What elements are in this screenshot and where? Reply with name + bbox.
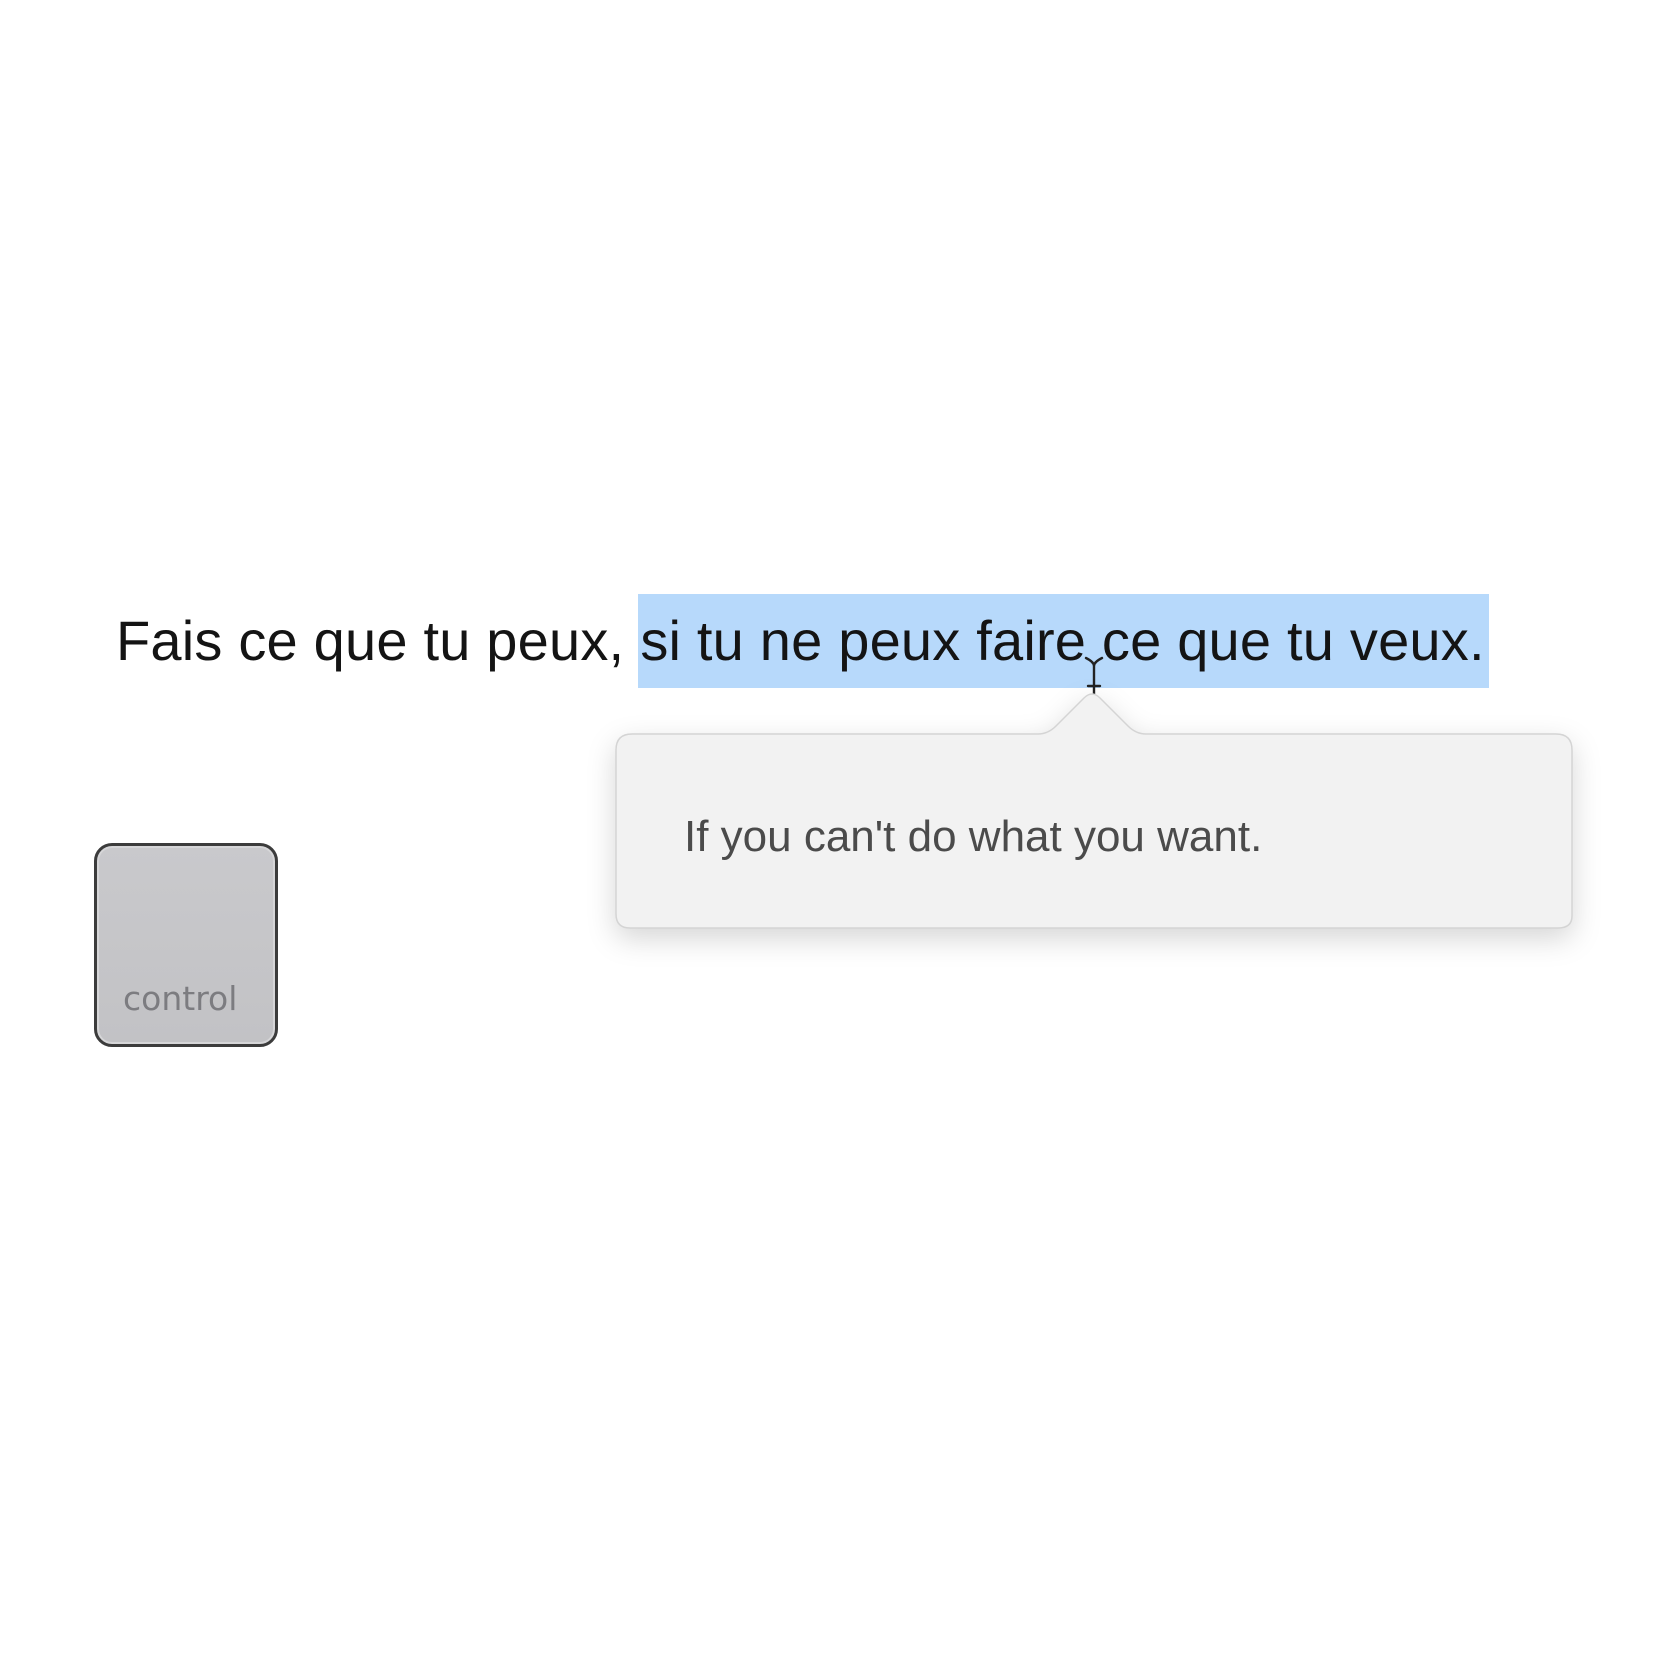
selected-text[interactable]: si tu ne peux faire ce que tu veux. [638, 594, 1489, 688]
sentence-plain-text[interactable]: Fais ce que tu peux, [116, 608, 638, 674]
document-sentence[interactable]: Fais ce que tu peux, si tu ne peux faire … [116, 594, 1489, 688]
control-key: control [94, 843, 278, 1047]
translation-text: If you can't do what you want. [684, 812, 1263, 861]
control-key-label: control [123, 979, 238, 1018]
translation-popover: If you can't do what you want. [614, 690, 1574, 930]
